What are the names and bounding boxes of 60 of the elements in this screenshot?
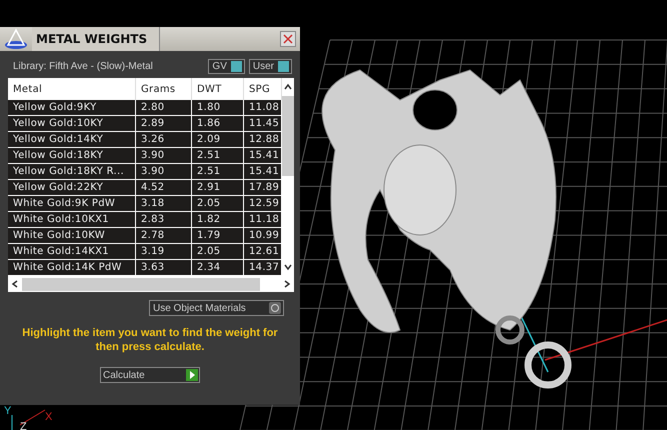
table-cell: 2.05 [192,196,244,212]
table-cell: 11.08 [244,100,282,116]
table-cell: 2.34 [192,260,244,276]
table-cell: 2.09 [192,132,244,148]
right-caret-icon[interactable] [282,278,292,290]
table-cell: Yellow Gold:9KY [8,100,136,116]
table-cell: White Gold:10KW [8,228,136,244]
table-cell: White Gold:14KX1 [8,244,136,260]
axis-label: Z [20,421,27,430]
table-cell: 1.79 [192,228,244,244]
table-cell: 2.51 [192,148,244,164]
table-cell: 15.41 [244,164,282,180]
table-cell: Yellow Gold:14KY [8,132,136,148]
axis-indicator-drawing [12,410,46,430]
table-cell: 17.89 [244,180,282,196]
left-caret-icon[interactable] [10,278,20,290]
table-cell: 11.45 [244,116,282,132]
close-icon[interactable] [280,31,296,47]
table-cell: 11.18 [244,212,282,228]
table-cell: 12.88 [244,132,282,148]
table-cell: Yellow Gold:22KY [8,180,136,196]
table-cell: Yellow Gold:18KY R... [8,164,136,180]
table-cell: 2.83 [136,212,192,228]
table-cell: 2.80 [136,100,192,116]
table-cell: White Gold:9K PdW [8,196,136,212]
window-title: METAL WEIGHTS [32,27,160,51]
table-cell: 3.90 [136,148,192,164]
table-cell: 1.86 [192,116,244,132]
axis-label: X [45,411,52,423]
table-cell: 14.37 [244,260,282,276]
toggle-switch[interactable]: GV [208,59,245,74]
table-cell: 2.05 [192,244,244,260]
table-cell: 4.52 [136,180,192,196]
table-cell: 2.51 [192,164,244,180]
table-cell: 12.59 [244,196,282,212]
play-icon [186,369,198,381]
table-cell: 1.82 [192,212,244,228]
table-cell: White Gold:14K PdW [8,260,136,276]
pyramid-icon [4,28,28,50]
table-cell: White Gold:10KX1 [8,212,136,228]
table-cell: Yellow Gold:10KY [8,116,136,132]
toggle-switch[interactable]: User [248,59,292,74]
table-cell: 1.80 [192,100,244,116]
instruction-text: Highlight the item you want to find the weight for then press calculate. [21,326,279,354]
calculate-button[interactable]: Calculate [100,367,200,383]
table-cell: 3.26 [136,132,192,148]
table-cell: 2.91 [192,180,244,196]
table-cell: 3.63 [136,260,192,276]
table-cell: 3.19 [136,244,192,260]
table-cell: 10.99 [244,228,282,244]
table-cell: 3.18 [136,196,192,212]
library-label: Library: Fifth Ave - (Slow)-Metal [13,61,154,72]
table-cell: 2.78 [136,228,192,244]
axis-label: Y [4,405,12,417]
table-cell: 3.90 [136,164,192,180]
table-cell: 2.89 [136,116,192,132]
table-cell: Yellow Gold:18KY [8,148,136,164]
table-cell: 15.41 [244,148,282,164]
use-object-materials-toggle[interactable]: Use Object Materials [149,300,284,316]
table-cell: 12.61 [244,244,282,260]
